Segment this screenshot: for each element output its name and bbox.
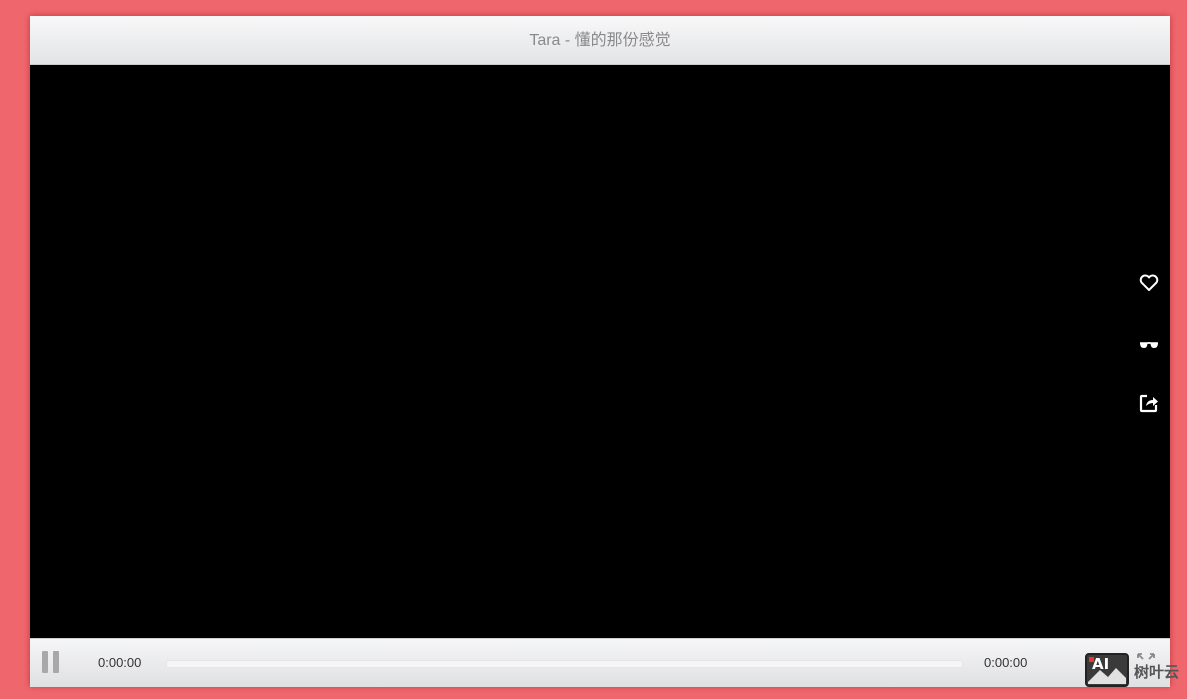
video-title: Tara - 懂的那份感觉	[529, 32, 671, 49]
watermark-logo: AI	[1085, 653, 1129, 687]
pause-icon	[42, 651, 48, 673]
current-time: 0:00:00	[98, 655, 142, 670]
control-bar: 0:00:00 0:00:00	[30, 638, 1170, 687]
total-time: 0:00:00	[984, 655, 1028, 670]
glasses-icon[interactable]	[1138, 333, 1160, 355]
watermark: AI 树叶云	[1084, 652, 1184, 690]
video-area[interactable]	[30, 65, 1170, 638]
pause-button[interactable]	[42, 651, 60, 673]
heart-icon[interactable]	[1138, 272, 1160, 294]
watermark-brand: 树叶云	[1134, 663, 1180, 681]
share-icon[interactable]	[1138, 392, 1160, 414]
svg-text:AI: AI	[1092, 655, 1109, 673]
title-bar: Tara - 懂的那份感觉	[30, 16, 1170, 65]
video-player: Tara - 懂的那份感觉 0:00:00 0:00:00	[30, 16, 1170, 687]
progress-bar[interactable]	[166, 660, 963, 668]
